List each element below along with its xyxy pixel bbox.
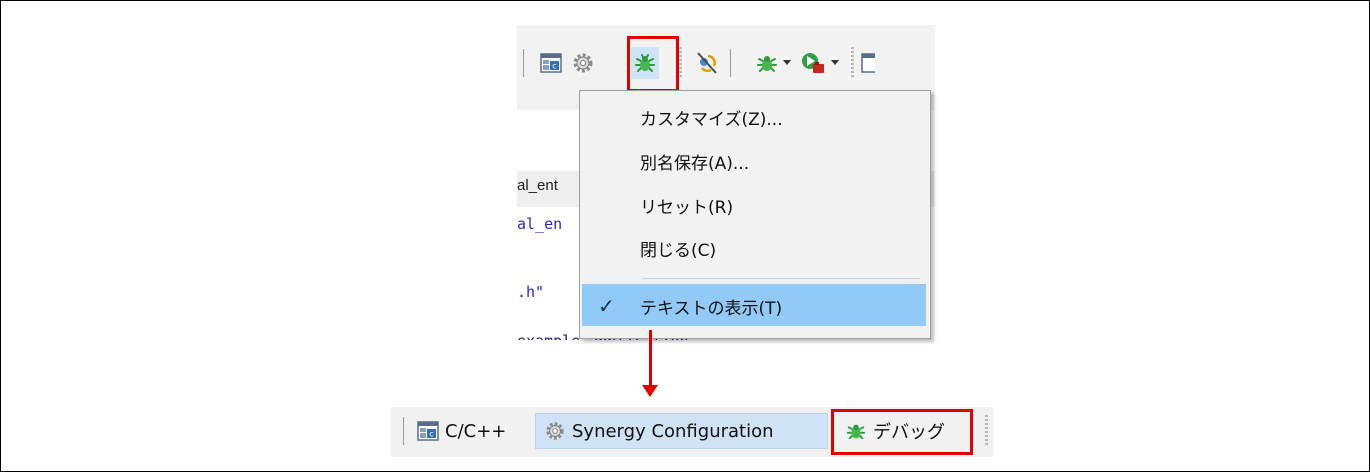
menu-separator (642, 278, 920, 279)
chevron-down-icon[interactable] (827, 47, 843, 79)
arrow-shaft (649, 330, 652, 387)
svg-text:c: c (552, 62, 556, 71)
skip-breakpoints-icon[interactable] (693, 47, 721, 79)
external-tools-run-icon[interactable] (799, 47, 827, 79)
menu-item-save-as[interactable]: 別名保存(A)... (640, 149, 749, 174)
editor-tab-label[interactable]: al_ent (517, 177, 558, 194)
perspective-label: Synergy Configuration (572, 420, 774, 442)
gear-icon[interactable] (569, 47, 597, 79)
debug-run-icon[interactable] (753, 47, 781, 79)
menu-item-reset[interactable]: リセット(R) (640, 193, 733, 218)
perspective-label: C/C++ (445, 420, 507, 442)
arrow-down-icon (642, 385, 658, 397)
svg-text:c: c (429, 430, 433, 439)
menu-item-close[interactable]: 閉じる(C) (640, 236, 716, 261)
toolbar-grip (851, 47, 854, 79)
toolbar-context-menu: カスタマイズ(Z)... 別名保存(A)... リセット(R) 閉じる(C) ✓… (579, 90, 931, 339)
chevron-down-icon[interactable] (779, 47, 795, 79)
code-line: .h" (517, 283, 545, 301)
menu-item-show-text[interactable]: テキストの表示(T) (640, 294, 782, 319)
checkmark-icon: ✓ (598, 294, 615, 318)
c-cpp-perspective-icon: c (417, 420, 439, 442)
window-icon[interactable] (861, 47, 881, 79)
gear-icon (544, 420, 566, 442)
toolbar-grip (679, 47, 682, 79)
highlight-box-debug-perspective (831, 409, 973, 455)
toolbar-separator (523, 49, 524, 77)
perspective-button-c-cpp[interactable]: c C/C++ (417, 413, 529, 449)
menu-item-customize[interactable]: カスタマイズ(Z)... (640, 105, 783, 130)
perspective-button-synergy[interactable]: Synergy Configuration (535, 413, 828, 449)
code-line: al_en (517, 215, 563, 233)
perspective-bar: c C/C++ Synergy Configuration デバッグ (391, 407, 993, 457)
toolbar-grip (985, 415, 988, 447)
toolbar-separator (403, 417, 404, 445)
highlight-box-debug-icon (627, 36, 679, 92)
toolbar-separator (730, 49, 731, 77)
c-cpp-perspective-icon[interactable]: c (537, 47, 565, 79)
